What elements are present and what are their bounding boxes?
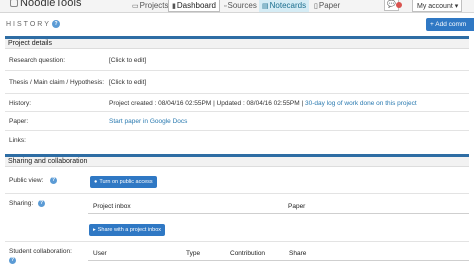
- share-inbox-button-label: Share with a project inbox: [97, 227, 162, 233]
- public-view-help-icon[interactable]: ?: [50, 177, 57, 184]
- turn-on-public-access-button[interactable]: ● Turn on public access: [90, 176, 157, 188]
- contribution-column-header: Contribution: [230, 250, 266, 257]
- share-column-header: Share: [289, 250, 307, 257]
- tab-paper-label: Paper: [318, 1, 341, 10]
- research-question-label: Research question:: [9, 57, 66, 64]
- tab-dashboard-label: Dashboard: [176, 1, 216, 10]
- tab-dashboard[interactable]: ▮Dashboard: [168, 0, 220, 12]
- bar-chart-icon: ▮: [172, 3, 176, 10]
- history-field-label: History:: [9, 100, 32, 107]
- sharing-header: Sharing and collaboration: [5, 157, 469, 167]
- globe-icon: ●: [94, 179, 98, 185]
- history-row: HISTORY ? + Add comm: [0, 13, 474, 35]
- public-access-button-label: Turn on public access: [99, 179, 153, 185]
- top-nav-bar: NoodleTools ▭Projects ▮Dashboard ▫Source…: [0, 0, 474, 13]
- work-log-link[interactable]: 30-day log of work done on this project: [305, 100, 417, 107]
- row-divider: [5, 130, 469, 131]
- row-divider: [5, 111, 469, 112]
- tab-projects-label: Projects: [139, 1, 169, 10]
- tab-paper[interactable]: ▯Paper: [311, 0, 343, 12]
- history-label: HISTORY: [6, 21, 51, 28]
- row-divider: [5, 241, 469, 242]
- public-view-label: Public view:: [9, 177, 44, 184]
- tab-sources-label: Sources: [227, 1, 257, 10]
- share-icon: ▸: [93, 227, 96, 233]
- student-collaboration-label: Student collaboration:: [9, 248, 72, 255]
- history-field-value: Project created : 08/04/16 02:55PM | Upd…: [109, 100, 417, 107]
- sharing-label: Sharing:: [9, 200, 34, 207]
- thesis-value[interactable]: [Click to edit]: [109, 79, 146, 86]
- tab-notecards[interactable]: ▤Notecards: [259, 0, 310, 12]
- logo-text: NoodleTools: [20, 0, 82, 9]
- row-divider: [5, 70, 469, 71]
- thesis-label: Thesis / Main claim / Hypothesis:: [9, 79, 105, 86]
- student-collaboration-help-icon[interactable]: ?: [9, 257, 16, 264]
- project-inbox-column-header: Project inbox: [93, 203, 131, 210]
- collaboration-table-header: User Type Contribution Share: [88, 246, 469, 261]
- project-inbox-table-header: Project inbox Paper: [88, 199, 469, 214]
- add-comment-button[interactable]: + Add comm: [426, 18, 474, 31]
- folder-icon: ▭: [132, 3, 139, 10]
- research-question-value[interactable]: [Click to edit]: [109, 57, 146, 64]
- history-timestamps: Project created : 08/04/16 02:55PM | Upd…: [109, 100, 304, 107]
- logo-icon: [10, 0, 18, 7]
- row-divider: [5, 93, 469, 94]
- paper-field-label: Paper:: [9, 118, 29, 125]
- sharing-help-icon[interactable]: ?: [38, 200, 45, 207]
- type-column-header: Type: [186, 250, 201, 257]
- start-paper-link[interactable]: Start paper in Google Docs: [109, 118, 187, 125]
- noodletools-logo[interactable]: NoodleTools: [10, 0, 82, 9]
- tab-projects[interactable]: ▭Projects: [129, 0, 172, 12]
- tab-notecards-label: Notecards: [269, 1, 307, 10]
- paper-column-header: Paper: [288, 203, 306, 210]
- chat-icon: 💬: [387, 1, 396, 8]
- share-with-project-inbox-button[interactable]: ▸ Share with a project inbox: [89, 224, 166, 236]
- notecard-icon: ▤: [262, 3, 269, 10]
- user-column-header: User: [93, 250, 107, 257]
- history-help-icon[interactable]: ?: [52, 20, 60, 28]
- my-account-button[interactable]: My account ▾: [412, 0, 462, 12]
- row-divider: [5, 193, 469, 194]
- links-field-label: Links:: [9, 137, 26, 144]
- notification-badge: [396, 2, 402, 8]
- page-icon: ▯: [314, 3, 318, 10]
- project-details-header: Project details: [5, 39, 469, 49]
- tab-sources[interactable]: ▫Sources: [221, 0, 260, 12]
